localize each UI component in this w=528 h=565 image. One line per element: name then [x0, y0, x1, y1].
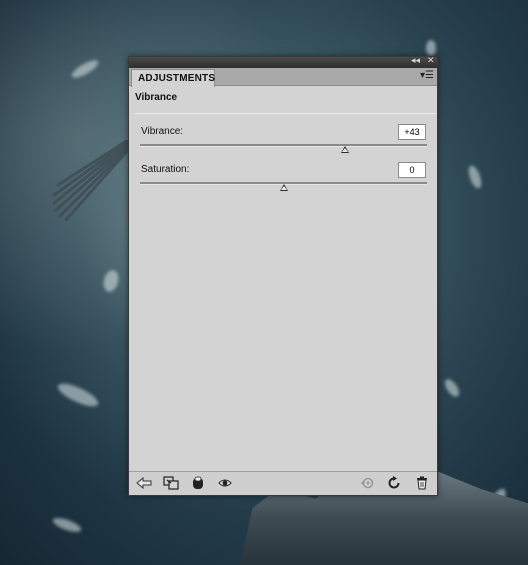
saturation-input[interactable]: 0 — [398, 162, 426, 178]
clip-to-layer-icon[interactable] — [163, 476, 179, 490]
layer-mask-icon[interactable] — [192, 476, 204, 490]
saturation-label: Saturation: — [141, 164, 190, 175]
visibility-eye-icon[interactable] — [218, 476, 232, 490]
panel-menu-icon[interactable]: ▾☰ — [420, 70, 434, 81]
double-chevron-left-icon[interactable]: ◂◂ — [411, 55, 420, 66]
adjustments-panel: ◂◂ ✕ ADJUSTMENTS ▾☰ Vibrance Vibrance: +… — [128, 55, 438, 496]
panel-titlebar[interactable]: ◂◂ ✕ — [129, 55, 437, 68]
tab-adjustments[interactable]: ADJUSTMENTS — [131, 69, 215, 87]
tab-bar: ADJUSTMENTS ▾☰ — [129, 68, 437, 87]
vibrance-input[interactable]: +43 — [398, 124, 426, 140]
panel-title: Vibrance — [135, 92, 178, 103]
back-arrow-icon[interactable] — [136, 476, 152, 490]
reset-icon[interactable] — [387, 476, 401, 490]
vibrance-label: Vibrance: — [141, 126, 184, 137]
divider — [135, 113, 435, 114]
feather — [426, 40, 436, 56]
vibrance-slider-track[interactable] — [140, 144, 427, 147]
vibrance-slider-thumb[interactable] — [341, 146, 350, 153]
trash-icon[interactable] — [416, 476, 428, 490]
saturation-slider-thumb[interactable] — [279, 184, 288, 191]
previous-state-icon[interactable] — [359, 476, 375, 490]
panel-bottom-bar — [129, 471, 437, 495]
close-icon[interactable]: ✕ — [427, 55, 435, 66]
